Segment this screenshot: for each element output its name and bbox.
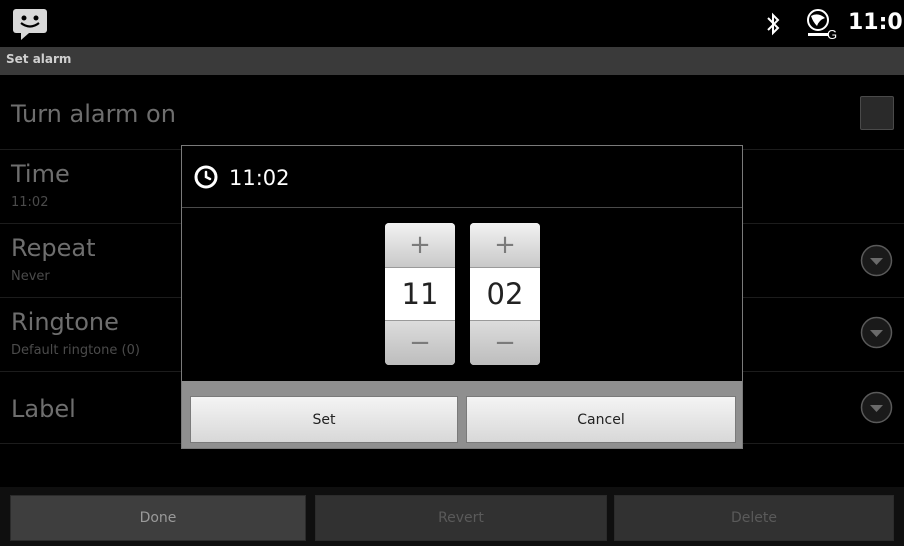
status-time: 11:02: [848, 10, 904, 35]
title-bar: Set alarm: [0, 47, 904, 75]
hour-value[interactable]: 11: [385, 268, 455, 320]
done-button[interactable]: Done: [10, 495, 306, 541]
status-bar: G 11:02: [0, 0, 904, 47]
time-picker-dialog: 11:02 + 11 − + 02 − Set Cancel: [181, 145, 743, 449]
time-picker: + 11 − + 02 −: [182, 208, 742, 380]
chevron-down-icon[interactable]: [860, 391, 893, 424]
bluetooth-icon: [767, 12, 780, 36]
set-button[interactable]: Set: [190, 396, 458, 443]
chevron-down-icon[interactable]: [860, 244, 893, 277]
turn-alarm-on-label: Turn alarm on: [11, 100, 176, 128]
dialog-title: 11:02: [229, 166, 290, 190]
chevron-down-icon[interactable]: [860, 316, 893, 349]
revert-button[interactable]: Revert: [315, 495, 607, 541]
hour-picker: + 11 −: [385, 223, 455, 365]
svg-text:G: G: [827, 27, 837, 40]
minute-picker: + 02 −: [470, 223, 540, 365]
time-value: 11:02: [11, 195, 49, 210]
minute-decrement-button[interactable]: −: [470, 320, 540, 365]
label-label: Label: [11, 395, 76, 423]
signal-roaming-icon: G: [807, 9, 837, 40]
page-title: Set alarm: [6, 52, 72, 66]
repeat-label: Repeat: [11, 234, 96, 262]
hour-decrement-button[interactable]: −: [385, 320, 455, 365]
delete-button[interactable]: Delete: [614, 495, 894, 541]
repeat-value: Never: [11, 269, 50, 284]
bottom-action-bar: Done Revert Delete: [0, 487, 904, 546]
notification-icon[interactable]: [11, 6, 49, 42]
minute-increment-button[interactable]: +: [470, 223, 540, 268]
cancel-button[interactable]: Cancel: [466, 396, 736, 443]
ringtone-label: Ringtone: [11, 308, 119, 336]
ringtone-value: Default ringtone (0): [11, 343, 140, 358]
dialog-button-bar: Set Cancel: [182, 381, 742, 448]
time-label: Time: [11, 160, 70, 188]
clock-icon: [194, 165, 218, 189]
turn-alarm-on-row[interactable]: Turn alarm on: [0, 75, 904, 150]
hour-increment-button[interactable]: +: [385, 223, 455, 268]
minute-value[interactable]: 02: [470, 268, 540, 320]
dialog-header: 11:02: [182, 146, 742, 208]
turn-alarm-on-checkbox[interactable]: [860, 96, 894, 130]
